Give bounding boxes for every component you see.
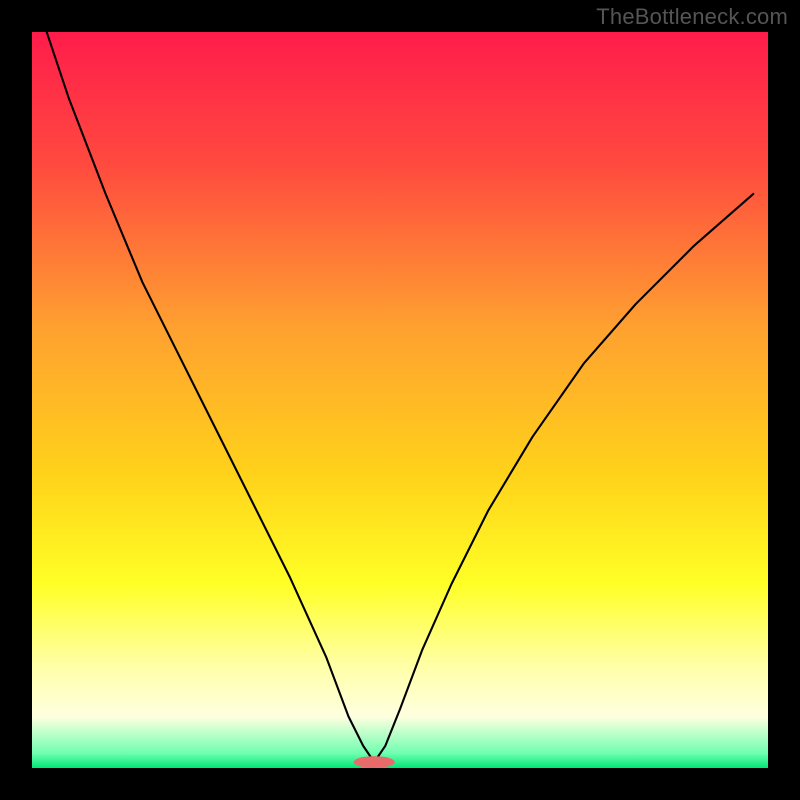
chart-frame: TheBottleneck.com xyxy=(0,0,800,800)
watermark-text: TheBottleneck.com xyxy=(596,4,788,30)
chart-svg xyxy=(32,32,768,768)
gradient-background xyxy=(32,32,768,768)
plot-area xyxy=(32,32,768,768)
minimum-marker xyxy=(354,756,395,768)
